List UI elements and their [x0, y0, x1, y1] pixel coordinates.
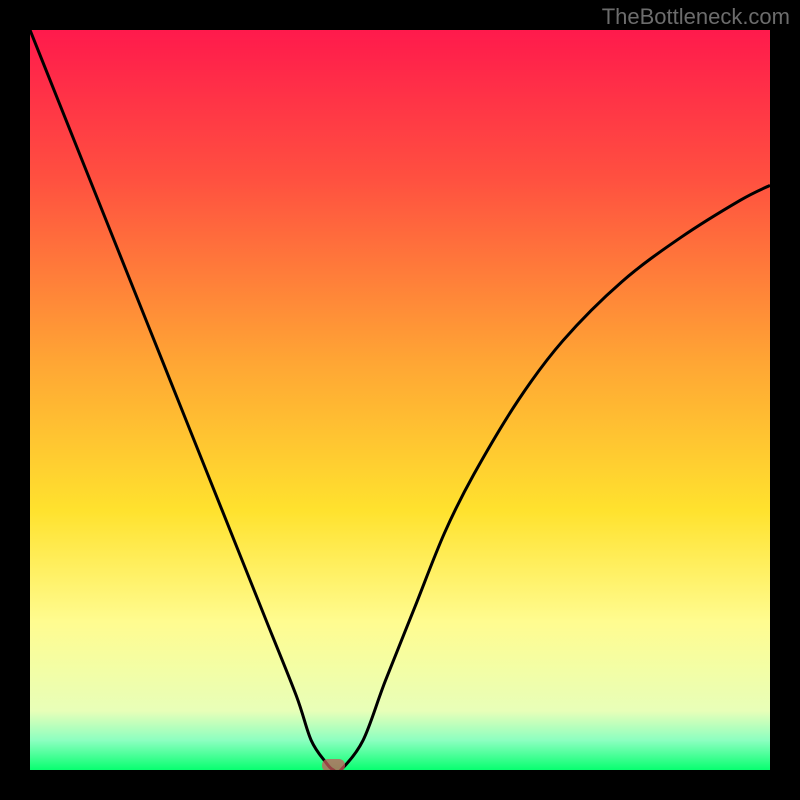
watermark-label: TheBottleneck.com	[602, 4, 790, 30]
bottleneck-curve	[30, 30, 770, 770]
plot-area	[30, 30, 770, 770]
chart-frame: TheBottleneck.com	[0, 0, 800, 800]
baseline-marker	[322, 759, 346, 770]
